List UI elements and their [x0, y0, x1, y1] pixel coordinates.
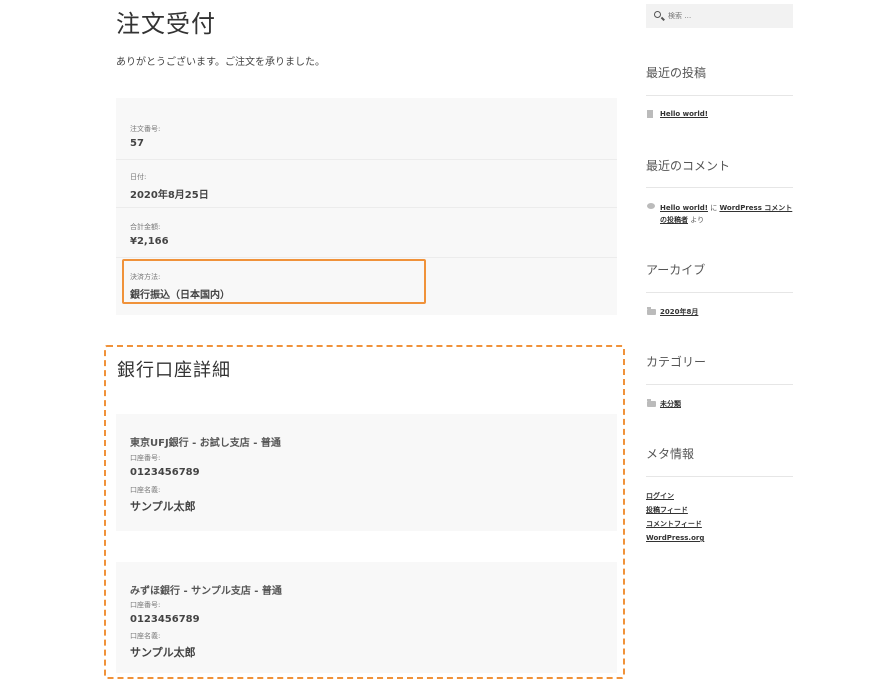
- bank-details-title: 銀行口座詳細: [117, 360, 231, 381]
- order-date-label: 日付:: [130, 173, 147, 181]
- category-link[interactable]: 未分類: [660, 399, 681, 409]
- account-number-value: 0123456789: [130, 467, 200, 478]
- comment-author-link[interactable]: WordPress コメント: [719, 204, 792, 212]
- order-total-label: 合計金額:: [130, 223, 161, 231]
- folder-icon: [647, 399, 656, 407]
- bank-account-card: 東京UFJ銀行 - お試し支店 - 普通 口座番号: 0123456789 口座…: [116, 414, 617, 531]
- archives-title: アーカイブ: [646, 263, 706, 277]
- search-box: [646, 4, 793, 28]
- account-holder-label: 口座名義:: [130, 486, 161, 494]
- order-total-value: ¥2,166: [130, 236, 169, 247]
- order-total-item: 合計金額: ¥2,166: [116, 208, 617, 258]
- payment-method-highlight: [122, 259, 426, 304]
- order-number-item: 注文番号: 57: [116, 110, 617, 160]
- recent-post-link[interactable]: Hello world!: [660, 110, 708, 118]
- meta-entries-feed-link[interactable]: 投稿フィード: [646, 505, 688, 515]
- comment-post-link[interactable]: Hello world!: [660, 204, 708, 212]
- order-number-label: 注文番号:: [130, 125, 161, 133]
- divider: [646, 187, 793, 188]
- archive-link[interactable]: 2020年8月: [660, 307, 698, 317]
- account-number-label: 口座番号:: [130, 454, 161, 462]
- meta-login-link[interactable]: ログイン: [646, 491, 674, 501]
- document-icon: [647, 110, 653, 118]
- meta-comments-feed-link[interactable]: コメントフィード: [646, 519, 702, 529]
- zigzag-bottom-edge: [116, 312, 617, 318]
- comment-icon: [647, 203, 655, 209]
- account-holder-label: 口座名義:: [130, 632, 161, 640]
- recent-comments-title: 最近のコメント: [646, 159, 731, 173]
- account-number-value: 0123456789: [130, 614, 200, 625]
- meta-wordpress-org-link[interactable]: WordPress.org: [646, 534, 704, 542]
- order-date-value: 2020年8月25日: [130, 190, 209, 201]
- divider: [646, 292, 793, 293]
- comment-suffix-text: より: [690, 216, 705, 224]
- divider: [646, 95, 793, 96]
- meta-title: メタ情報: [646, 447, 695, 461]
- order-number-value: 57: [130, 138, 144, 149]
- account-holder-value: サンプル太郎: [130, 646, 196, 659]
- divider: [646, 384, 793, 385]
- order-date-item: 日付: 2020年8月25日: [116, 158, 617, 208]
- comment-on-text: に: [710, 204, 718, 212]
- divider: [646, 476, 793, 477]
- comment-author-link-cont[interactable]: の投稿者: [660, 216, 688, 224]
- page-title: 注文受付: [116, 10, 216, 38]
- search-input[interactable]: [668, 9, 788, 23]
- categories-title: カテゴリー: [646, 355, 707, 369]
- folder-icon: [647, 307, 656, 315]
- bank-account-name: みずほ銀行 - サンプル支店 - 普通: [130, 586, 282, 597]
- recent-posts-title: 最近の投稿: [646, 66, 707, 80]
- thank-you-message: ありがとうございます。ご注文を承りました。: [116, 57, 325, 68]
- recent-comment-entry: Hello world! に WordPress コメント の投稿者 より: [660, 202, 795, 226]
- zigzag-top-edge: [116, 95, 617, 101]
- account-number-label: 口座番号:: [130, 601, 161, 609]
- account-holder-value: サンプル太郎: [130, 500, 196, 513]
- bank-account-card: みずほ銀行 - サンプル支店 - 普通 口座番号: 0123456789 口座名…: [116, 562, 617, 673]
- search-icon: [654, 11, 661, 18]
- bank-account-name: 東京UFJ銀行 - お試し支店 - 普通: [130, 438, 281, 449]
